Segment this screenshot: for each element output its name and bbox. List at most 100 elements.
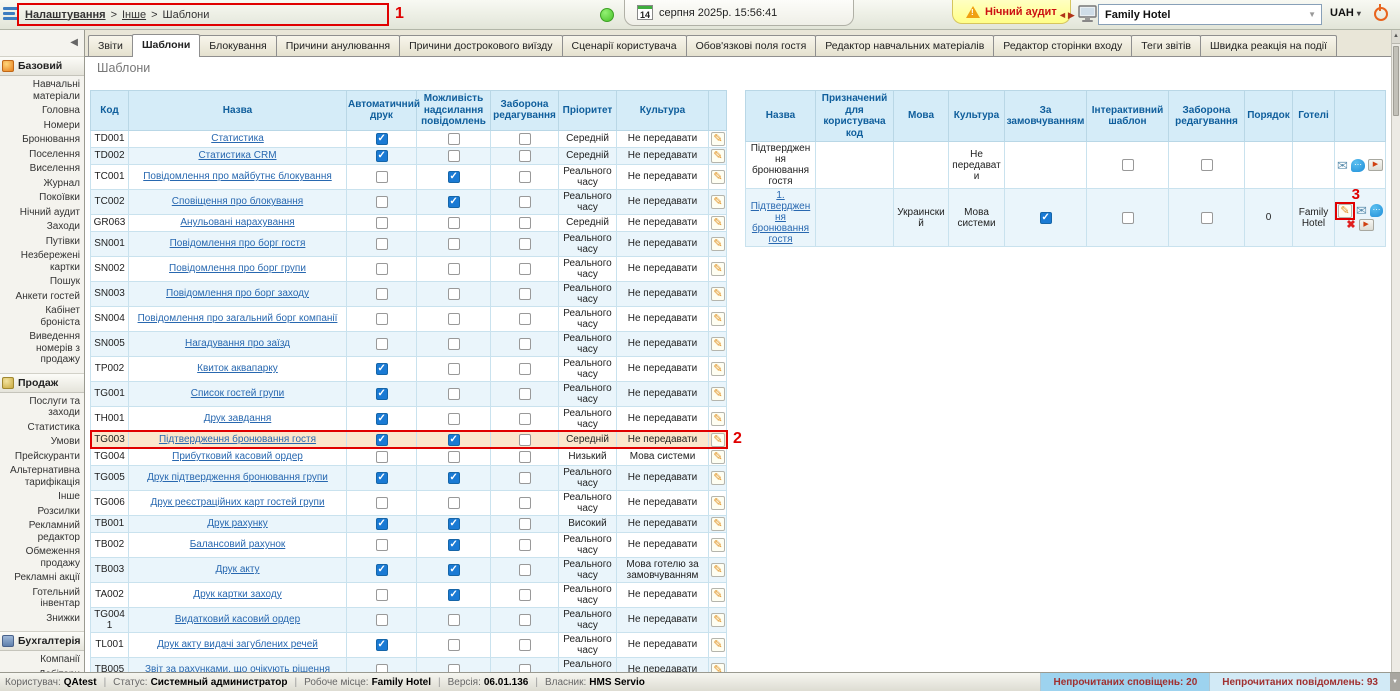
tab-10[interactable]: Теги звітів (1131, 35, 1201, 56)
template-name-link[interactable]: Статистика CRM (198, 150, 276, 161)
auto-print-checkbox[interactable] (376, 497, 388, 509)
tab-5[interactable]: Причини дострокового виїзду (399, 35, 562, 56)
play-icon[interactable]: ▶ (1368, 159, 1383, 171)
sidebar-section-header[interactable]: Базовий (0, 56, 84, 76)
can-send-checkbox[interactable] (448, 150, 460, 162)
can-send-checkbox[interactable] (448, 217, 460, 229)
edit-icon[interactable]: ✎ (711, 613, 725, 627)
sidebar-item[interactable]: Рекламні акції (0, 571, 84, 586)
can-send-checkbox[interactable] (448, 171, 460, 183)
sidebar-item[interactable]: Умови (0, 435, 84, 450)
no-edit-checkbox[interactable] (519, 133, 531, 145)
no-edit-checkbox[interactable] (519, 217, 531, 229)
no-edit-checkbox[interactable] (1201, 159, 1213, 171)
no-edit-checkbox[interactable] (519, 539, 531, 551)
auto-print-checkbox[interactable] (376, 196, 388, 208)
sidebar-item[interactable]: Виселення (0, 162, 84, 177)
no-edit-checkbox[interactable] (1201, 212, 1213, 224)
mail-icon[interactable]: ✉ (1337, 159, 1348, 172)
tab-11[interactable]: Швидка реакція на події (1200, 35, 1337, 56)
can-send-checkbox[interactable] (448, 263, 460, 275)
template-name-link[interactable]: Друк рахунку (207, 518, 268, 529)
no-edit-checkbox[interactable] (519, 313, 531, 325)
no-edit-checkbox[interactable] (519, 451, 531, 463)
hotel-selector[interactable]: Family Hotel ▼ (1098, 4, 1322, 25)
edit-icon[interactable]: ✎ (711, 563, 725, 577)
chat-bubble-icon[interactable]: ⋯ (1370, 204, 1383, 217)
edit-icon[interactable]: ✎ (711, 132, 725, 146)
unread-messages-badge[interactable]: Непрочитаних повідомлень: 93 (1209, 673, 1390, 691)
sidebar-item[interactable]: Розсилки (0, 505, 84, 520)
auto-print-checkbox[interactable] (376, 133, 388, 145)
edit-icon[interactable]: ✎ (711, 362, 725, 376)
auto-print-checkbox[interactable] (376, 434, 388, 446)
no-edit-checkbox[interactable] (519, 413, 531, 425)
template-name-link[interactable]: Друк акту (215, 564, 259, 575)
edit-icon[interactable]: ✎ (711, 471, 725, 485)
no-edit-checkbox[interactable] (519, 388, 531, 400)
sidebar-item[interactable]: Знижки (0, 612, 84, 627)
no-edit-checkbox[interactable] (519, 497, 531, 509)
sidebar-item[interactable]: Журнал (0, 177, 84, 192)
template-name-link[interactable]: Видатковий касовий ордер (175, 614, 300, 625)
sidebar-item[interactable]: Бронювання (0, 133, 84, 148)
can-send-checkbox[interactable] (448, 518, 460, 530)
edit-icon[interactable]: ✎ (711, 312, 725, 326)
edit-icon[interactable]: ✎ (711, 216, 725, 230)
edit-icon[interactable]: ✎ (711, 538, 725, 552)
auto-print-checkbox[interactable] (376, 263, 388, 275)
template-name-link[interactable]: Список гостей групи (191, 388, 285, 399)
edit-icon[interactable]: ✎ (711, 237, 725, 251)
auto-print-checkbox[interactable] (376, 338, 388, 350)
sidebar-item[interactable]: Незбережені картки (0, 249, 84, 275)
sidebar-item[interactable]: Поселення (0, 148, 84, 163)
chat-bubble-icon[interactable]: ⋯ (1351, 159, 1365, 172)
no-edit-checkbox[interactable] (519, 196, 531, 208)
scrollbar-thumb[interactable] (1393, 46, 1399, 116)
auto-print-checkbox[interactable] (376, 614, 388, 626)
can-send-checkbox[interactable] (448, 472, 460, 484)
no-edit-checkbox[interactable] (519, 363, 531, 375)
tab-9[interactable]: Редактор сторінки входу (993, 35, 1132, 56)
can-send-checkbox[interactable] (448, 288, 460, 300)
breadcrumb-link-settings[interactable]: Налаштування (25, 9, 106, 21)
auto-print-checkbox[interactable] (376, 288, 388, 300)
edit-icon[interactable]: ✎ (711, 588, 725, 602)
template-name-link[interactable]: Підтвердження бронювання гостя (159, 434, 316, 445)
template-name-link[interactable]: Друк картки заходу (193, 589, 281, 600)
auto-print-checkbox[interactable] (376, 171, 388, 183)
auto-print-checkbox[interactable] (376, 451, 388, 463)
no-edit-checkbox[interactable] (519, 338, 531, 350)
template-name-link[interactable]: Статистика (211, 133, 264, 144)
template-name-link[interactable]: Квиток аквапарку (197, 363, 278, 374)
tab-3[interactable]: Блокування (199, 35, 276, 56)
sidebar-section-header[interactable]: Бухгалтерія (0, 631, 84, 651)
sidebar-item[interactable]: Нічний аудит (0, 206, 84, 221)
sidebar-item[interactable]: Послуги та заходи (0, 395, 84, 421)
can-send-checkbox[interactable] (448, 564, 460, 576)
sidebar-section-header[interactable]: Продаж (0, 373, 84, 393)
edit-icon[interactable]: ✎ (711, 149, 725, 163)
tab-4[interactable]: Причини анулювання (276, 35, 400, 56)
edit-icon[interactable]: ✎ (711, 496, 725, 510)
auto-print-checkbox[interactable] (376, 238, 388, 250)
messenger-status-icon[interactable] (600, 8, 614, 22)
auto-print-checkbox[interactable] (376, 217, 388, 229)
auto-print-checkbox[interactable] (376, 363, 388, 375)
tab-7[interactable]: Обов'язкові поля гостя (686, 35, 817, 56)
no-edit-checkbox[interactable] (519, 589, 531, 601)
sidebar-item[interactable]: Покоївки (0, 191, 84, 206)
sidebar-collapse-arrow[interactable]: ◀ (0, 30, 84, 56)
no-edit-checkbox[interactable] (519, 639, 531, 651)
sidebar-item[interactable]: Компанії (0, 653, 84, 668)
edit-icon[interactable]: ✎ (1338, 204, 1352, 218)
sidebar-item[interactable]: Навчальні матеріали (0, 78, 84, 104)
can-send-checkbox[interactable] (448, 497, 460, 509)
can-send-checkbox[interactable] (448, 238, 460, 250)
template-name-link[interactable]: Звіт за рахунками, що очікують рішення (145, 664, 330, 672)
template-name-link[interactable]: Балансовий рахунок (190, 539, 286, 550)
edit-icon[interactable]: ✎ (711, 638, 725, 652)
edit-icon[interactable]: ✎ (711, 337, 725, 351)
auto-print-checkbox[interactable] (376, 589, 388, 601)
edit-icon[interactable]: ✎ (711, 517, 725, 531)
